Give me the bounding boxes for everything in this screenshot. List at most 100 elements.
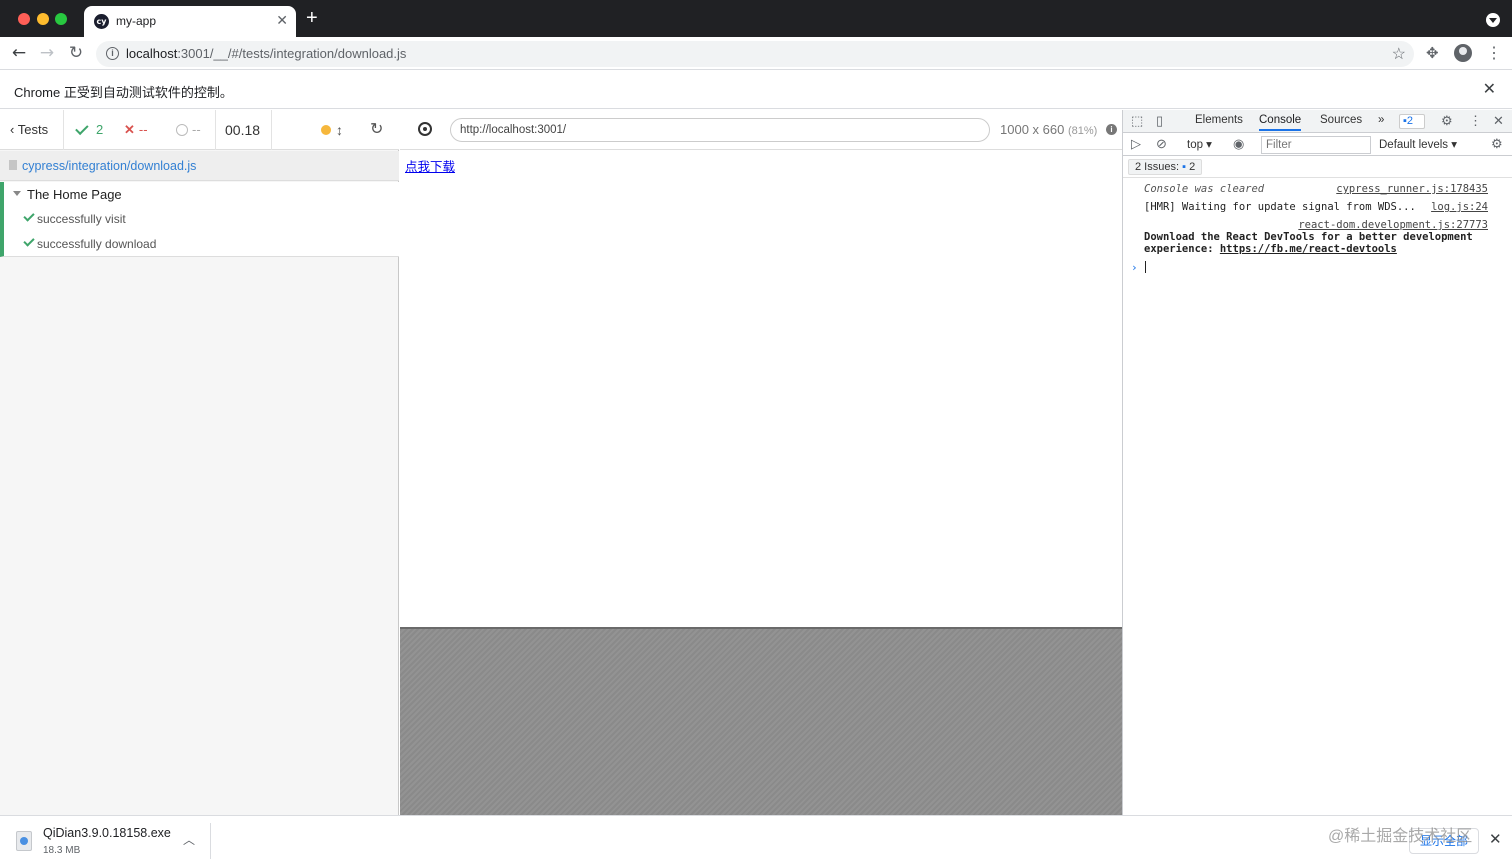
test-title: successfully visit	[37, 212, 126, 226]
download-shelf-close-icon[interactable]: ✕	[1489, 830, 1502, 848]
suite-title[interactable]: The Home Page	[27, 187, 122, 202]
selector-playground-crosshair-icon[interactable]	[418, 122, 432, 136]
log-levels-dropdown[interactable]: Default levels ▾	[1379, 137, 1457, 151]
minimize-window-button[interactable]	[37, 13, 49, 25]
download-file-name[interactable]: QiDian3.9.0.18158.exe	[43, 826, 171, 840]
test-row[interactable]: successfully visit	[4, 207, 399, 232]
devtools-menu-icon[interactable]: ⋮	[1469, 113, 1482, 129]
url-path: :3001/__/#/tests/integration/download.js	[177, 46, 407, 61]
console-settings-gear-icon[interactable]: ⚙	[1491, 136, 1503, 152]
passed-check-icon	[23, 210, 35, 222]
passed-count[interactable]: 2	[64, 110, 112, 150]
address-bar[interactable]: i localhost:3001/__/#/tests/integration/…	[96, 41, 1414, 67]
caret-down-icon[interactable]	[13, 191, 21, 196]
run-duration: 00.18	[216, 110, 272, 150]
chevron-up-icon[interactable]: ︿	[183, 831, 195, 848]
console-message-text: Download the React DevTools for a better…	[1144, 231, 1489, 255]
devtools-tabbar: ⬚ ▯ Elements Console Sources » ▪2 ⚙ ⋮ ✕	[1123, 110, 1512, 133]
tab-title: my-app	[116, 14, 157, 28]
tab-close-icon[interactable]: ✕	[276, 12, 288, 29]
cypress-reporter: ‹ Tests 2 ✕ -- -- 00.18 ↕ ↻ cypress/integ…	[0, 110, 399, 815]
maximize-window-button[interactable]	[55, 13, 67, 25]
infobar-close-icon[interactable]: ✕	[1483, 79, 1496, 99]
pending-value: --	[192, 122, 201, 137]
console-source-link[interactable]: react-dom.development.js:27773	[1298, 219, 1488, 231]
failed-value: --	[138, 122, 148, 137]
bookmark-star-icon[interactable]: ☆	[1392, 44, 1406, 64]
console-message-text: Console was cleared	[1144, 183, 1265, 195]
console-filter-input[interactable]	[1261, 136, 1371, 154]
issues-button[interactable]: 2 Issues: ▪ 2	[1128, 159, 1203, 175]
device-toolbar-icon[interactable]: ▯	[1156, 113, 1163, 129]
aut-empty-area	[400, 627, 1122, 815]
back-button[interactable]: ←	[9, 43, 29, 63]
download-file-icon	[16, 831, 32, 851]
tab-sources[interactable]: Sources	[1320, 114, 1362, 126]
chevron-left-icon: ‹	[10, 122, 15, 137]
devtools-close-icon[interactable]: ✕	[1493, 113, 1504, 129]
sidebar-toggle-icon[interactable]: ▷	[1131, 136, 1141, 152]
console-prompt-icon: ›	[1131, 261, 1138, 274]
rerun-icon[interactable]: ↻	[370, 110, 383, 150]
passed-value: 2	[96, 122, 104, 137]
aut-iframe: 点我下载	[400, 151, 1122, 627]
spec-file-link[interactable]: cypress/integration/download.js	[22, 159, 196, 173]
new-tab-button[interactable]: +	[306, 8, 318, 28]
tab-search-icon[interactable]	[1486, 13, 1500, 27]
reporter-header: ‹ Tests 2 ✕ -- -- 00.18 ↕ ↻	[0, 110, 399, 150]
issues-row: 2 Issues: ▪ 2	[1123, 156, 1512, 178]
failed-count[interactable]: ✕ --	[112, 110, 164, 150]
clear-console-icon[interactable]: ⊘	[1156, 136, 1167, 152]
infobar-message: Chrome 正受到自动测试软件的控制。	[14, 85, 233, 100]
download-link[interactable]: 点我下载	[405, 156, 455, 175]
console-toolbar: ▷ ⊘ top ▾ ◉ Default levels ▾ ⚙	[1123, 133, 1512, 156]
spec-file-header: cypress/integration/download.js	[0, 151, 399, 181]
reload-button[interactable]: ↻	[66, 43, 86, 63]
browser-tab[interactable]: cy my-app ✕	[84, 6, 296, 37]
file-icon	[9, 160, 17, 170]
issues-badge[interactable]: ▪2	[1399, 114, 1425, 129]
test-row[interactable]: successfully download	[4, 232, 399, 257]
aut-header: http://localhost:3001/ 1000 x 660 (81%) …	[400, 110, 1122, 150]
console-input-caret[interactable]	[1145, 261, 1146, 273]
forward-button[interactable]: →	[37, 43, 57, 63]
inspect-element-icon[interactable]: ⬚	[1131, 113, 1143, 129]
profile-avatar-icon[interactable]	[1454, 44, 1472, 62]
react-devtools-link[interactable]: https://fb.me/react-devtools	[1220, 243, 1397, 255]
viewport-size: 1000 x 660 (81%)	[1000, 122, 1097, 137]
extensions-puzzle-icon[interactable]: ✥	[1426, 44, 1439, 62]
test-suite: The Home Page successfully visit success…	[0, 182, 399, 257]
console-source-link[interactable]: log.js:24	[1431, 201, 1488, 213]
live-expression-eye-icon[interactable]: ◉	[1233, 136, 1244, 152]
tab-console[interactable]: Console	[1259, 114, 1302, 131]
reporter-controls: ↕ ↻	[272, 110, 399, 150]
tab-elements[interactable]: Elements	[1195, 114, 1243, 126]
settings-gear-icon[interactable]: ⚙	[1441, 113, 1453, 129]
devtools-panel: ⬚ ▯ Elements Console Sources » ▪2 ⚙ ⋮ ✕ …	[1122, 110, 1512, 815]
browser-toolbar: ← → ↻ i localhost:3001/__/#/tests/integr…	[0, 37, 1512, 70]
cypress-favicon-icon: cy	[94, 14, 109, 29]
watermark: @稀土掘金技术社区	[1328, 828, 1473, 845]
tests-label: Tests	[17, 122, 49, 137]
tests-back-button[interactable]: ‹ Tests	[0, 110, 64, 150]
pending-count[interactable]: --	[164, 110, 216, 150]
console-message-text: [HMR] Waiting for update signal from WDS…	[1144, 201, 1416, 213]
browser-menu-icon[interactable]: ⋮	[1486, 43, 1502, 63]
auto-scroll-dot-icon[interactable]	[321, 125, 331, 135]
x-icon: ✕	[124, 122, 135, 137]
site-info-icon[interactable]: i	[106, 47, 119, 60]
up-down-arrow-icon[interactable]: ↕	[336, 110, 343, 150]
check-icon	[75, 121, 89, 136]
console-source-link[interactable]: cypress_runner.js:178435	[1336, 183, 1488, 195]
close-window-button[interactable]	[18, 13, 30, 25]
automation-infobar: Chrome 正受到自动测试软件的控制。 ✕	[0, 70, 1512, 109]
viewport-info-icon[interactable]: i	[1106, 124, 1117, 135]
address-bar-url[interactable]: localhost:3001/__/#/tests/integration/do…	[126, 46, 406, 61]
issues-count: 2	[1189, 161, 1196, 173]
more-tabs-icon[interactable]: »	[1378, 114, 1384, 126]
issues-message-icon: ▪	[1182, 161, 1186, 173]
pending-circle-icon	[176, 124, 188, 136]
passed-check-icon	[23, 235, 35, 247]
download-shelf: QiDian3.9.0.18158.exe 18.3 MB ︿ 显示全部 @稀土…	[0, 815, 1512, 865]
context-selector[interactable]: top ▾	[1187, 137, 1212, 151]
